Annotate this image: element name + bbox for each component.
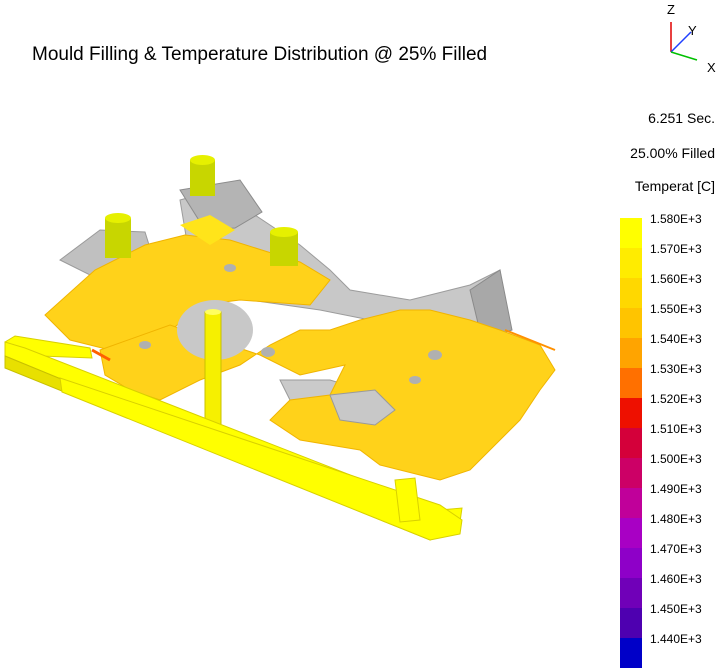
legend-tick-label: 1.580E+3 — [650, 212, 702, 226]
legend-tick-label: 1.570E+3 — [650, 242, 702, 256]
y-axis-label: Y — [688, 23, 697, 38]
legend-swatch — [620, 368, 642, 398]
legend-tick-label: 1.490E+3 — [650, 482, 702, 496]
legend-tick-label: 1.500E+3 — [650, 452, 702, 466]
legend-swatch — [620, 248, 642, 278]
time-readout: 6.251 Sec. — [648, 110, 715, 126]
legend-title: Temperat [C] — [634, 178, 715, 194]
z-axis-label: Z — [667, 2, 675, 17]
legend-tick-label: 1.530E+3 — [650, 362, 702, 376]
sprue — [204, 309, 222, 428]
legend-swatch — [620, 578, 642, 608]
axis-triad: Z Y X — [667, 2, 716, 75]
legend-swatch — [620, 608, 642, 638]
legend-tick-label: 1.440E+3 — [650, 632, 702, 646]
legend-tick-label: 1.540E+3 — [650, 332, 702, 346]
legend-swatch — [620, 488, 642, 518]
legend-swatch — [620, 338, 642, 368]
legend-tick-label: 1.460E+3 — [650, 572, 702, 586]
plot-title: Mould Filling & Temperature Distribution… — [32, 44, 488, 65]
legend-swatch — [620, 218, 642, 248]
legend-swatch — [620, 548, 642, 578]
temperature-legend: 1.580E+3 1.570E+3 1.560E+3 1.550E+3 1.540E+3… — [620, 212, 725, 668]
legend-tick-label: 1.510E+3 — [650, 422, 702, 436]
legend-tick-label: 1.480E+3 — [650, 512, 702, 526]
legend-swatch — [620, 278, 642, 308]
legend-tick-label: 1.470E+3 — [650, 542, 702, 556]
x-axis-label: X — [707, 60, 716, 75]
legend-tick-label: 1.550E+3 — [650, 302, 702, 316]
legend-tick-label: 1.560E+3 — [650, 272, 702, 286]
legend-swatch — [620, 428, 642, 458]
fill-readout: 25.00% Filled — [630, 145, 715, 161]
legend-tick-label: 1.520E+3 — [650, 392, 702, 406]
legend-tick-label: 1.450E+3 — [650, 602, 702, 616]
legend-swatch — [620, 518, 642, 548]
legend-swatch — [620, 398, 642, 428]
x-axis-line — [670, 51, 698, 61]
legend-swatch — [620, 458, 642, 488]
casting-viewport[interactable] — [0, 140, 600, 560]
legend-swatch — [620, 308, 642, 338]
